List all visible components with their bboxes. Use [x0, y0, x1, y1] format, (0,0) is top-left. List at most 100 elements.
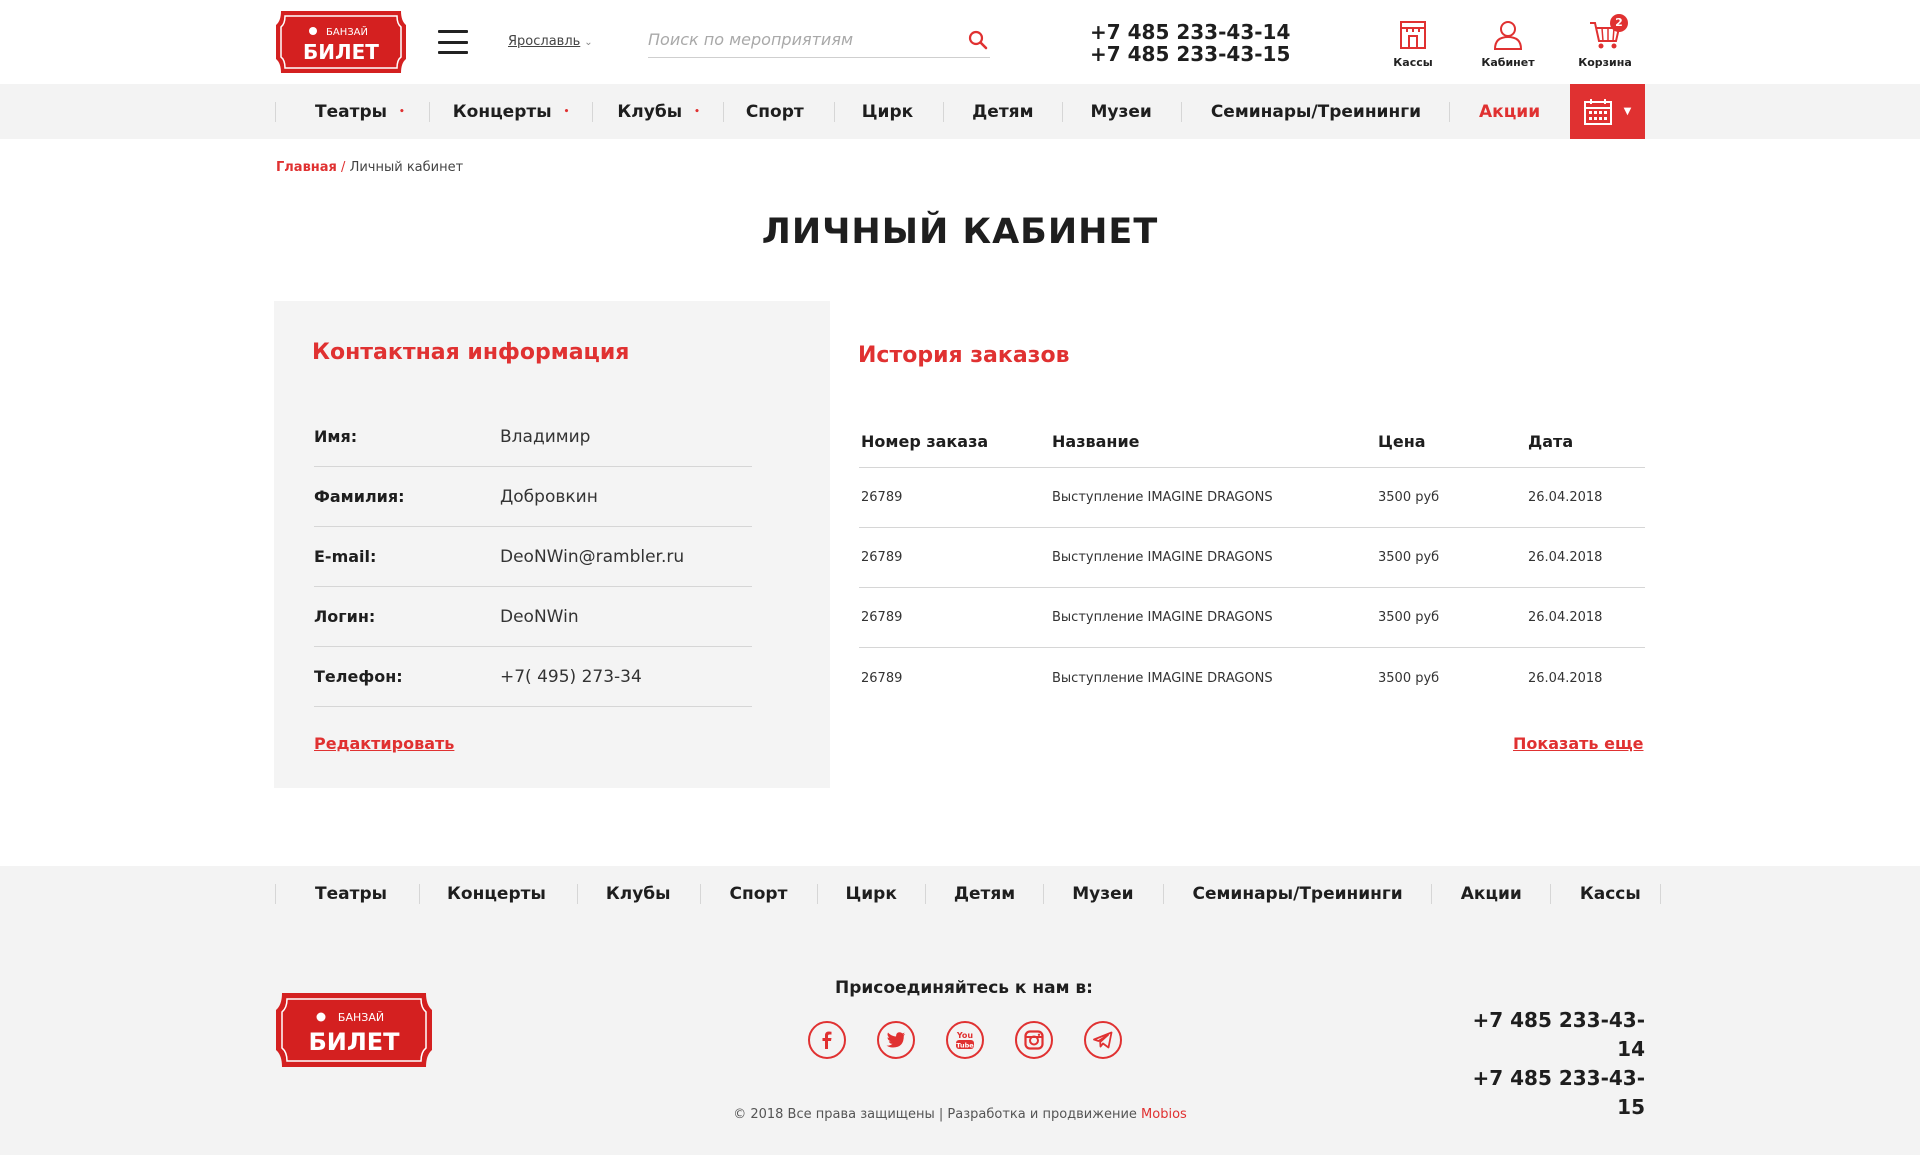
breadcrumb-separator: /	[341, 160, 346, 175]
contact-panel: Контактная информация Имя: Владимир Фами…	[274, 301, 830, 788]
contact-label: Телефон:	[314, 667, 403, 686]
column-header: Номер заказа	[861, 432, 989, 451]
footer-nav-item[interactable]: Семинары/Треининги	[1164, 866, 1431, 921]
header-phone-2[interactable]: +7 485 233-43-15	[1090, 43, 1290, 65]
footer-nav-item[interactable]: Театры	[276, 866, 419, 921]
instagram-icon[interactable]	[1015, 1021, 1053, 1059]
site-logo[interactable]: БАНЗАЙ БИЛЕТ	[275, 7, 407, 77]
search-icon[interactable]	[968, 30, 988, 50]
search-box	[648, 22, 990, 58]
nav-item-label: Музеи	[1090, 101, 1152, 122]
footer-nav-item[interactable]: Детям	[926, 866, 1043, 921]
table-row: 26789 Выступление IMAGINE DRAGONS 3500 р…	[859, 528, 1645, 588]
breadcrumb-home-link[interactable]: Главная	[276, 160, 337, 175]
table-row: 26789 Выступление IMAGINE DRAGONS 3500 р…	[859, 588, 1645, 648]
footer-nav-item[interactable]: Концерты	[420, 866, 577, 921]
copyright: © 2018 Все права защищены | Разработка и…	[0, 1107, 1920, 1122]
header-phone-1[interactable]: +7 485 233-43-14	[1090, 21, 1290, 43]
contact-value: Владимир	[500, 426, 591, 447]
nav-item-label: Концерты	[452, 101, 552, 122]
kassy-label: Кассы	[1393, 56, 1433, 69]
header-phones: +7 485 233-43-14 +7 485 233-43-15	[1090, 21, 1290, 65]
nav-item-clubs[interactable]: Клубы •	[593, 84, 722, 139]
table-row: 26789 Выступление IMAGINE DRAGONS 3500 р…	[859, 468, 1645, 528]
cart-link[interactable]: 2 Корзина	[1570, 14, 1640, 69]
svg-text:БИЛЕТ: БИЛЕТ	[303, 40, 379, 64]
nav-item-seminars[interactable]: Семинары/Треининги	[1182, 84, 1449, 139]
svg-text:БАНЗАЙ: БАНЗАЙ	[338, 1011, 384, 1024]
contact-value: Добровкин	[500, 486, 598, 507]
nav-item-label: Цирк	[861, 101, 914, 122]
search-input[interactable]	[648, 22, 948, 56]
order-number: 26789	[861, 550, 903, 565]
svg-text:You: You	[956, 1031, 974, 1040]
telegram-icon[interactable]	[1084, 1021, 1122, 1059]
contact-value: DeoNWin	[500, 606, 579, 627]
nav-item-theatres[interactable]: Театры •	[276, 84, 429, 139]
order-title: Выступление IMAGINE DRAGONS	[1052, 550, 1273, 565]
store-icon	[1400, 21, 1426, 49]
dropdown-dot-icon: •	[399, 106, 405, 117]
order-number: 26789	[861, 490, 903, 505]
order-title: Выступление IMAGINE DRAGONS	[1052, 610, 1273, 625]
footer-nav-item[interactable]: Спорт	[701, 866, 818, 921]
contact-label: Логин:	[314, 607, 376, 626]
nav-separator	[1659, 883, 1661, 904]
footer-logo[interactable]: БАНЗАЙ БИЛЕТ	[275, 988, 433, 1072]
city-label: Ярославль	[508, 34, 581, 49]
footer-phones: +7 485 233-43-14 +7 485 233-43-15	[1467, 1006, 1645, 1122]
twitter-icon[interactable]	[877, 1021, 915, 1059]
cabinet-link[interactable]: Кабинет	[1473, 18, 1543, 69]
contact-label: Имя:	[314, 427, 358, 446]
calendar-button[interactable]: ▼	[1570, 84, 1645, 139]
city-selector[interactable]: Ярославль ⌄	[508, 34, 593, 49]
copyright-text: © 2018 Все права защищены | Разработка и…	[733, 1107, 1137, 1122]
nav-item-kids[interactable]: Детям	[944, 84, 1061, 139]
order-date: 26.04.2018	[1528, 610, 1603, 625]
footer-nav-item[interactable]: Цирк	[818, 866, 924, 921]
footer-nav-item[interactable]: Музеи	[1044, 866, 1162, 921]
order-date: 26.04.2018	[1528, 550, 1603, 565]
facebook-icon[interactable]	[808, 1021, 846, 1059]
contact-row-login: Логин: DeoNWin	[314, 587, 752, 647]
svg-text:БИЛЕТ: БИЛЕТ	[308, 1028, 400, 1056]
footer-nav: Театры Концерты Клубы Спорт Цирк Детям М…	[275, 866, 1661, 921]
youtube-icon[interactable]: You Tube	[946, 1021, 984, 1059]
column-header: Цена	[1378, 432, 1426, 451]
order-title: Выступление IMAGINE DRAGONS	[1052, 670, 1273, 686]
nav-item-concerts[interactable]: Концерты •	[430, 84, 593, 139]
footer-nav-item[interactable]: Акции	[1432, 866, 1550, 921]
nav-item-promos[interactable]: Акции	[1450, 84, 1568, 139]
nav-item-museums[interactable]: Музеи	[1063, 84, 1181, 139]
contact-label: Фамилия:	[314, 487, 405, 506]
nav-item-label: Театры	[315, 101, 387, 122]
developer-link[interactable]: Mobios	[1141, 1107, 1187, 1122]
main-nav-list: Театры • Концерты • Клубы • Спорт Цирк Детя…	[275, 84, 1568, 139]
contact-row-email: E-mail: DeoNWin@rambler.ru	[314, 527, 752, 587]
chevron-down-icon: ⌄	[584, 37, 593, 48]
footer-nav-item[interactable]: Клубы	[578, 866, 700, 921]
site-header: БАНЗАЙ БИЛЕТ Ярославль⌄ +7 485 233-43-14…	[0, 0, 1920, 84]
show-more-link[interactable]: Показать еще	[1513, 734, 1643, 753]
orders-table: Номер заказа Название Цена Дата 26789 Вы…	[859, 416, 1645, 708]
contact-value: +7( 495) 273-34	[500, 666, 642, 687]
order-number: 26789	[861, 610, 903, 625]
nav-item-label: Акции	[1479, 101, 1541, 122]
order-price: 3500 руб	[1378, 550, 1440, 565]
page-title: ЛИЧНЫЙ КАБИНЕТ	[761, 212, 1159, 252]
kassy-link[interactable]: Кассы	[1378, 18, 1448, 69]
cart-count-badge: 2	[1610, 14, 1628, 32]
footer-nav-item[interactable]: Кассы	[1551, 866, 1660, 921]
social-links: You Tube	[808, 1021, 1153, 1059]
footer-phone-1[interactable]: +7 485 233-43-14	[1467, 1006, 1645, 1064]
nav-item-label: Спорт	[745, 101, 804, 122]
user-icon	[1493, 21, 1523, 50]
order-number: 26789	[861, 670, 903, 686]
dropdown-dot-icon: •	[563, 106, 570, 117]
menu-burger-button[interactable]	[438, 30, 468, 54]
nav-item-sport[interactable]: Спорт	[724, 84, 834, 139]
nav-item-circus[interactable]: Цирк	[835, 84, 943, 139]
edit-profile-link[interactable]: Редактировать	[314, 734, 454, 753]
orders-title: История заказов	[858, 343, 1070, 368]
contact-title: Контактная информация	[312, 340, 630, 365]
